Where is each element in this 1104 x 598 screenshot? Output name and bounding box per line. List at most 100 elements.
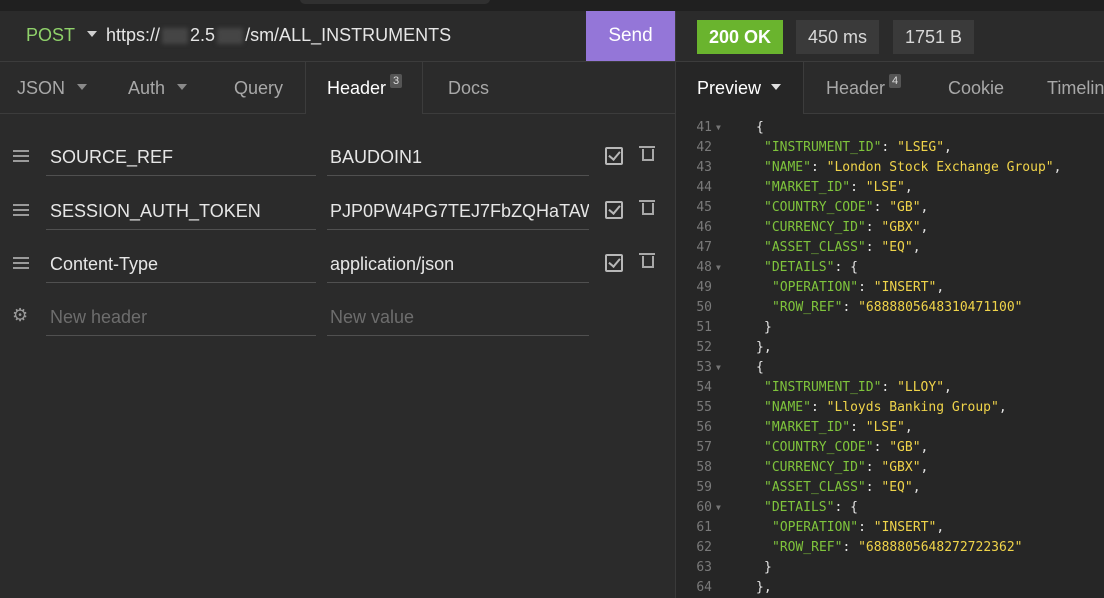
code-line: 56 "MARKET_ID": "LSE",	[676, 418, 1104, 438]
code-text: "DETAILS": {	[764, 260, 858, 275]
header-value-input[interactable]: PJP0PW4PG7TEJ7FbZQHaTAWS32	[327, 197, 589, 230]
json-value: "LSEG"	[897, 140, 945, 155]
url-input[interactable]: https:// 2.5/sm/ALL_INSTRUMENTS	[106, 25, 451, 46]
code-line: 42 "INSTRUMENT_ID": "LSEG",	[676, 138, 1104, 158]
code-line: 62 "ROW_REF": "6888805648272722362"	[676, 538, 1104, 558]
chevron-down-icon	[177, 84, 188, 91]
enable-checkbox[interactable]	[605, 201, 623, 219]
json-key: "COUNTRY_CODE"	[764, 200, 874, 215]
line-number: 43	[696, 160, 712, 175]
code-text: "NAME": "Lloyds Banking Group",	[764, 400, 1007, 415]
fold-toggle-icon[interactable]: ▼	[716, 118, 721, 138]
json-value: "INSERT"	[873, 520, 937, 535]
code-text: "INSTRUMENT_ID": "LLOY",	[764, 380, 952, 395]
code-line: 59 "ASSET_CLASS": "EQ",	[676, 478, 1104, 498]
code-text: "ROW_REF": "6888805648310471100"	[772, 300, 1023, 315]
drag-handle-icon[interactable]	[13, 204, 29, 216]
header-name-input[interactable]: SOURCE_REF	[46, 143, 316, 176]
code-line: 64},	[676, 578, 1104, 598]
header-name-input[interactable]: Content-Type	[46, 250, 316, 283]
json-key: "ROW_REF"	[772, 300, 843, 315]
header-value-input[interactable]: application/json	[327, 250, 589, 283]
chevron-down-icon	[77, 84, 88, 91]
json-value: "LLOY"	[897, 380, 945, 395]
json-key: "ROW_REF"	[772, 540, 843, 555]
json-key: "ASSET_CLASS"	[764, 480, 866, 495]
tab-query-label: Query	[234, 78, 284, 98]
request-tabs: JSON Auth Query Header 3 Docs	[0, 62, 675, 114]
tab-docs-label: Docs	[448, 78, 490, 98]
tab-preview[interactable]: Preview	[676, 62, 804, 114]
line-number: 60	[696, 500, 712, 515]
header-row: SOURCE_REF BAUDOIN1	[0, 137, 675, 177]
tab-preview-label: Preview	[697, 78, 762, 98]
line-number: 45	[696, 200, 712, 215]
size-badge: 1751 B	[893, 20, 975, 54]
line-number: 62	[696, 540, 712, 555]
header-name-input[interactable]: SESSION_AUTH_TOKEN	[46, 197, 316, 230]
code-line: 52},	[676, 338, 1104, 358]
redacted-block	[162, 28, 189, 45]
line-number: 57	[696, 440, 712, 455]
fold-toggle-icon[interactable]: ▼	[716, 258, 721, 278]
tab-query[interactable]: Query	[234, 62, 283, 113]
fold-toggle-icon[interactable]: ▼	[716, 498, 721, 518]
gear-icon[interactable]: ⚙	[12, 305, 28, 326]
trash-icon[interactable]	[639, 200, 655, 215]
status-badge: 200 OK	[697, 20, 784, 54]
json-key: "NAME"	[764, 160, 811, 175]
time-badge: 450 ms	[796, 20, 880, 54]
code-text: },	[756, 340, 772, 355]
enable-checkbox[interactable]	[605, 147, 623, 165]
json-value: "EQ"	[881, 240, 913, 255]
request-pane: POST https:// 2.5/sm/ALL_INSTRUMENTS Send…	[0, 11, 675, 598]
code-line: 60 ▼ "DETAILS": {	[676, 498, 1104, 518]
code-line: 44 "MARKET_ID": "LSE",	[676, 178, 1104, 198]
new-header-input[interactable]: New header	[46, 303, 316, 336]
json-value: "GBX"	[881, 220, 921, 235]
json-value: "Lloyds Banking Group"	[826, 400, 999, 415]
line-number: 55	[696, 400, 712, 415]
trash-icon[interactable]	[639, 146, 655, 161]
enable-checkbox[interactable]	[605, 254, 623, 272]
header-row: Content-Type application/json	[0, 244, 675, 284]
json-key: "DETAILS"	[764, 500, 835, 515]
tab-json[interactable]: JSON	[17, 62, 88, 113]
redacted-block	[217, 28, 244, 45]
send-button[interactable]: Send	[586, 11, 675, 61]
new-value-input[interactable]: New value	[327, 303, 589, 336]
tab-response-header[interactable]: Header 4	[826, 62, 902, 113]
json-key: "NAME"	[764, 400, 811, 415]
line-number: 64	[696, 580, 712, 595]
drag-handle-icon[interactable]	[13, 257, 29, 269]
line-number: 47	[696, 240, 712, 255]
trash-icon[interactable]	[639, 253, 655, 268]
code-line: 48 ▼ "DETAILS": {	[676, 258, 1104, 278]
tab-cookie-label: Cookie	[948, 78, 1005, 98]
chevron-down-icon	[87, 31, 98, 38]
code-line: 47 "ASSET_CLASS": "EQ",	[676, 238, 1104, 258]
json-key: "MARKET_ID"	[764, 180, 851, 195]
tab-docs[interactable]: Docs	[448, 62, 489, 113]
code-text: "OPERATION": "INSERT",	[772, 280, 945, 295]
json-value: "GB"	[889, 440, 921, 455]
tab-timeline[interactable]: Timeline	[1047, 62, 1104, 113]
header-value-input[interactable]: BAUDOIN1	[327, 143, 589, 176]
drag-handle-icon[interactable]	[13, 150, 29, 162]
url-prefix: https://	[106, 25, 161, 45]
code-text: }	[764, 320, 772, 335]
tab-header[interactable]: Header 3	[305, 62, 423, 114]
tab-auth[interactable]: Auth	[128, 62, 188, 113]
code-text: "MARKET_ID": "LSE",	[764, 180, 913, 195]
method-dropdown[interactable]: POST	[26, 25, 98, 46]
code-line: 54 "INSTRUMENT_ID": "LLOY",	[676, 378, 1104, 398]
code-text: "INSTRUMENT_ID": "LSEG",	[764, 140, 952, 155]
tab-cookie[interactable]: Cookie	[948, 62, 1004, 113]
json-key: "CURRENCY_ID"	[764, 460, 866, 475]
json-value: "EQ"	[881, 480, 913, 495]
response-json-viewer[interactable]: 41 ▼ {42 "INSTRUMENT_ID": "LSEG", 43 "NAME": …	[676, 114, 1104, 598]
json-key: "COUNTRY_CODE"	[764, 440, 874, 455]
fold-toggle-icon[interactable]: ▼	[716, 358, 721, 378]
json-value: "GBX"	[881, 460, 921, 475]
code-line: 63}	[676, 558, 1104, 578]
